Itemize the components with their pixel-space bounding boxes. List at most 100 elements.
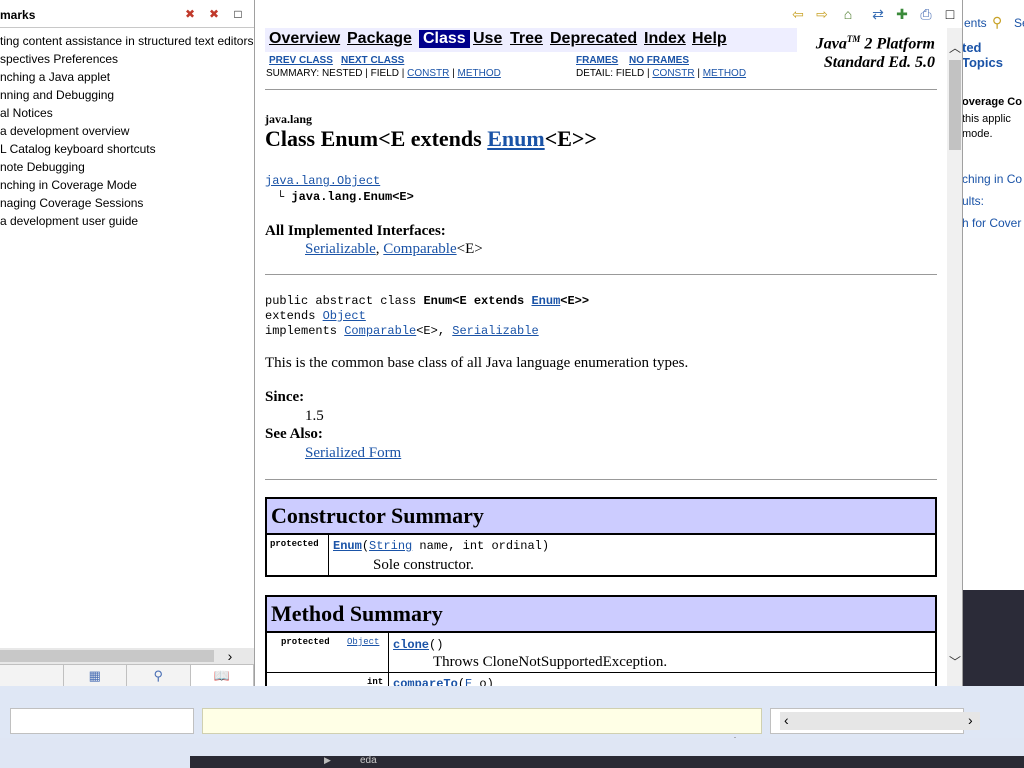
detail-method-link[interactable]: METHOD (703, 68, 746, 79)
table-row: int compareTo(E o) (267, 673, 935, 686)
tab-bookmarks-icon[interactable]: 📖 (190, 665, 254, 686)
summary-method-link[interactable]: METHOD (458, 68, 501, 79)
summary-prefix: SUMMARY: NESTED | FIELD | (266, 68, 408, 79)
bookmarks-list: ting content assistance in structured te… (0, 32, 254, 230)
comparable-link[interactable]: Comparable (383, 241, 456, 257)
next-class-link[interactable]: NEXT CLASS (341, 55, 404, 66)
list-item[interactable]: spectives Preferences (0, 50, 254, 68)
search-tab[interactable]: Se (1014, 16, 1024, 30)
tab-index-icon[interactable]: ▦ (64, 665, 127, 686)
decl-mid: <E>, (416, 324, 453, 338)
constructor-name-link[interactable]: Enum (333, 539, 362, 553)
add-bookmark-icon[interactable]: ✚ (893, 5, 911, 23)
nav-overview[interactable]: Overview (269, 30, 340, 48)
nav-help[interactable]: Help (692, 30, 727, 48)
detail-constr-link[interactable]: CONSTR (652, 68, 694, 79)
remove-all-bookmarks-icon[interactable]: ✖ (206, 6, 222, 22)
tree-branch-icon: └ (277, 190, 285, 204)
summary-sep: | (449, 68, 458, 79)
nav-package[interactable]: Package (347, 30, 412, 48)
taskbar-item[interactable]: eda (360, 755, 377, 766)
scroll-down-icon[interactable]: ﹀ (947, 654, 962, 670)
maximize-icon[interactable]: □ (230, 6, 246, 22)
class-title: Class Enum<E extends Enum<E>> (265, 126, 597, 152)
search-tab-icon[interactable]: ⚲ (992, 14, 1002, 31)
modifier-cell: protected (267, 535, 329, 575)
related-link-1[interactable]: ching in Co (962, 172, 1022, 186)
decl-end: <E>> (560, 294, 590, 308)
back-icon[interactable]: ⇦ (789, 5, 807, 23)
list-item[interactable]: nning and Debugging (0, 86, 254, 104)
no-frames-link[interactable]: NO FRAMES (629, 55, 689, 66)
maximize-icon[interactable]: □ (941, 5, 959, 23)
detail-prefix: DETAIL: FIELD | (576, 68, 653, 79)
sync-toc-icon[interactable]: ⇄ (869, 5, 887, 23)
related-link-2[interactable]: ults: (962, 194, 984, 208)
scroll-left-icon[interactable]: ‹ (784, 712, 789, 728)
class-declaration: public abstract class Enum<E extends Enu… (265, 294, 589, 339)
clone-method-link[interactable]: clone (393, 638, 429, 652)
object-return-link[interactable]: Object (347, 637, 379, 647)
list-item[interactable]: al Notices (0, 104, 254, 122)
bookmarks-title: marks (0, 8, 36, 22)
interfaces-label: All Implemented Interfaces: (265, 223, 446, 239)
content-vscroll[interactable]: ︿ ﹀ (947, 28, 962, 686)
list-item[interactable]: a development overview (0, 122, 254, 140)
list-item[interactable]: a development user guide (0, 212, 254, 230)
decl-enum-link[interactable]: Enum (531, 294, 560, 308)
tab-search-icon[interactable]: ⚲ (127, 665, 191, 686)
scroll-thumb[interactable] (949, 60, 961, 150)
scroll-right-icon[interactable]: › (968, 712, 973, 728)
print-icon[interactable]: ⎙ (917, 5, 935, 23)
object-link[interactable]: java.lang.Object (265, 174, 380, 188)
method-signature: compareTo(E o) (393, 677, 494, 686)
package-name: java.lang (265, 112, 313, 126)
scroll-up-icon[interactable]: ︿ (947, 40, 962, 56)
related-topics-panel: ents ⚲ Se ted Topics overage Co this app… (962, 0, 1024, 590)
home-icon[interactable]: ⌂ (839, 5, 857, 23)
serializable-link[interactable]: Serializable (305, 241, 376, 257)
constructor-signature: Enum(String name, int ordinal) (333, 539, 549, 553)
list-item[interactable]: naging Coverage Sessions (0, 194, 254, 212)
decl-comparable-link[interactable]: Comparable (344, 324, 416, 338)
prev-class-link[interactable]: PREV CLASS (269, 55, 333, 66)
contents-tab[interactable]: ents (964, 16, 987, 30)
nav-tree[interactable]: Tree (510, 30, 543, 48)
forward-icon[interactable]: ⇨ (813, 5, 831, 23)
hierarchy-child: └ java.lang.Enum<E> (277, 190, 414, 204)
bookmarks-hscroll[interactable]: › (0, 648, 254, 664)
frames-link[interactable]: FRAMES (576, 55, 618, 66)
list-item[interactable]: note Debugging (0, 158, 254, 176)
decl-name: Enum<E extends (423, 294, 532, 308)
since-value: 1.5 (305, 408, 324, 424)
remove-bookmark-icon[interactable]: ✖ (182, 6, 198, 22)
scroll-thumb[interactable] (0, 650, 214, 662)
scroll-right-icon[interactable]: › (222, 648, 238, 664)
nav-use[interactable]: Use (473, 30, 502, 48)
class-title-link[interactable]: Enum (487, 126, 544, 151)
summary-constr-link[interactable]: CONSTR (407, 68, 449, 79)
list-item[interactable]: L Catalog keyboard shortcuts (0, 140, 254, 158)
nav-deprecated[interactable]: Deprecated (550, 30, 637, 48)
platform-label: JavaTM 2 Platform Standard Ed. 5.0 (816, 30, 935, 72)
nav-index[interactable]: Index (644, 30, 686, 48)
list-item[interactable]: ting content assistance in structured te… (0, 32, 254, 50)
tab-blank[interactable] (0, 665, 64, 686)
related-text-1: overage Co (962, 96, 1022, 108)
related-text-2: this applic (962, 113, 1011, 125)
decl-object-link[interactable]: Object (323, 309, 366, 323)
serialized-form-link[interactable]: Serialized Form (305, 445, 401, 462)
string-type-link[interactable]: String (369, 539, 412, 553)
divider (265, 89, 937, 90)
bookmarks-pane: marks ✖ ✖ □ ting content assistance in s… (0, 0, 255, 686)
list-item[interactable]: nching a Java applet (0, 68, 254, 86)
compareto-params: o) (472, 677, 494, 686)
related-link-3[interactable]: h for Cover (962, 216, 1021, 230)
list-item[interactable]: nching in Coverage Mode (0, 176, 254, 194)
bottom-view-middle (202, 708, 762, 734)
play-icon[interactable]: ▶ (324, 755, 331, 766)
compareto-method-link[interactable]: compareTo (393, 677, 458, 686)
help-browser: ⇦ ⇨ ⌂ ⇄ ✚ ⎙ □ Overview Package Class Use… (255, 0, 963, 686)
bottom-hscroll[interactable]: ‹ › (780, 712, 980, 730)
decl-serializable-link[interactable]: Serializable (452, 324, 538, 338)
